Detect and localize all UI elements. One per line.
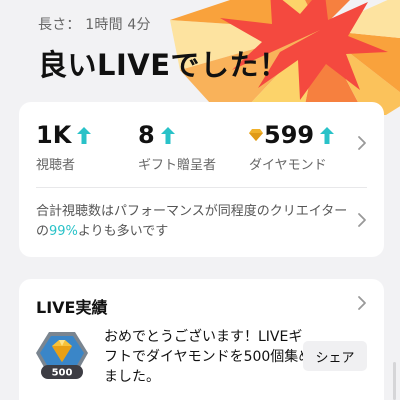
- live-achievements-card[interactable]: LIVE実績 500 おめでとうございます！LIVEギフトでダイヤモンドを500…: [19, 279, 384, 400]
- badge-number: 500: [52, 368, 73, 379]
- live-stats-card[interactable]: 1K 視聴者 8 ギフト贈呈者 599 ダイヤモンド 合計視聴数はパフォーマンス…: [19, 102, 384, 257]
- divider: [36, 187, 367, 188]
- stat-viewers: 1K 視聴者: [36, 120, 92, 173]
- stat-viewers-value: 1K: [36, 121, 72, 149]
- chevron-right-icon[interactable]: [357, 212, 367, 228]
- stat-diamonds-label: ダイヤモンド: [249, 158, 327, 173]
- comparison-percent: 99%: [49, 224, 78, 239]
- viewer-comparison-text: 合計視聴数はパフォーマンスが同程度のクリエイターの99%よりも多いです: [36, 202, 351, 242]
- stat-gifters: 8 ギフト贈呈者: [138, 120, 216, 173]
- arrow-up-icon: [77, 126, 92, 144]
- diamond-icon: [249, 129, 263, 141]
- scrollbar[interactable]: [393, 362, 396, 400]
- arrow-up-icon: [160, 126, 175, 144]
- achievements-title: LIVE実績: [36, 298, 108, 317]
- duration-label: 長さ：: [38, 17, 81, 33]
- stat-gifters-label: ギフト贈呈者: [138, 158, 217, 173]
- diamond-badge-icon: 500: [36, 332, 88, 379]
- stats-row[interactable]: 1K 視聴者 8 ギフト贈呈者 599 ダイヤモンド: [36, 120, 384, 173]
- comparison-suffix: よりも多いです: [77, 224, 169, 239]
- share-button[interactable]: シェア: [303, 341, 367, 371]
- stat-viewers-label: 視聴者: [36, 158, 76, 173]
- stat-gifters-value: 8: [138, 121, 155, 149]
- page-title: 良いLIVEでした！: [38, 48, 289, 82]
- live-duration: 長さ： 1時間 4分: [38, 14, 400, 34]
- chevron-right-icon[interactable]: [357, 135, 367, 151]
- achievement-message: おめでとうございます！LIVEギフトでダイヤモンドを500個集めました。: [104, 329, 313, 385]
- stat-diamonds-value: 599: [264, 121, 315, 149]
- stat-diamonds: 599 ダイヤモンド: [249, 120, 335, 173]
- arrow-up-icon: [320, 126, 335, 144]
- live-summary-header: 長さ： 1時間 4分 良いLIVEでした！: [38, 14, 400, 84]
- duration-value: 1時間 4分: [85, 17, 151, 33]
- chevron-right-icon[interactable]: [357, 295, 367, 311]
